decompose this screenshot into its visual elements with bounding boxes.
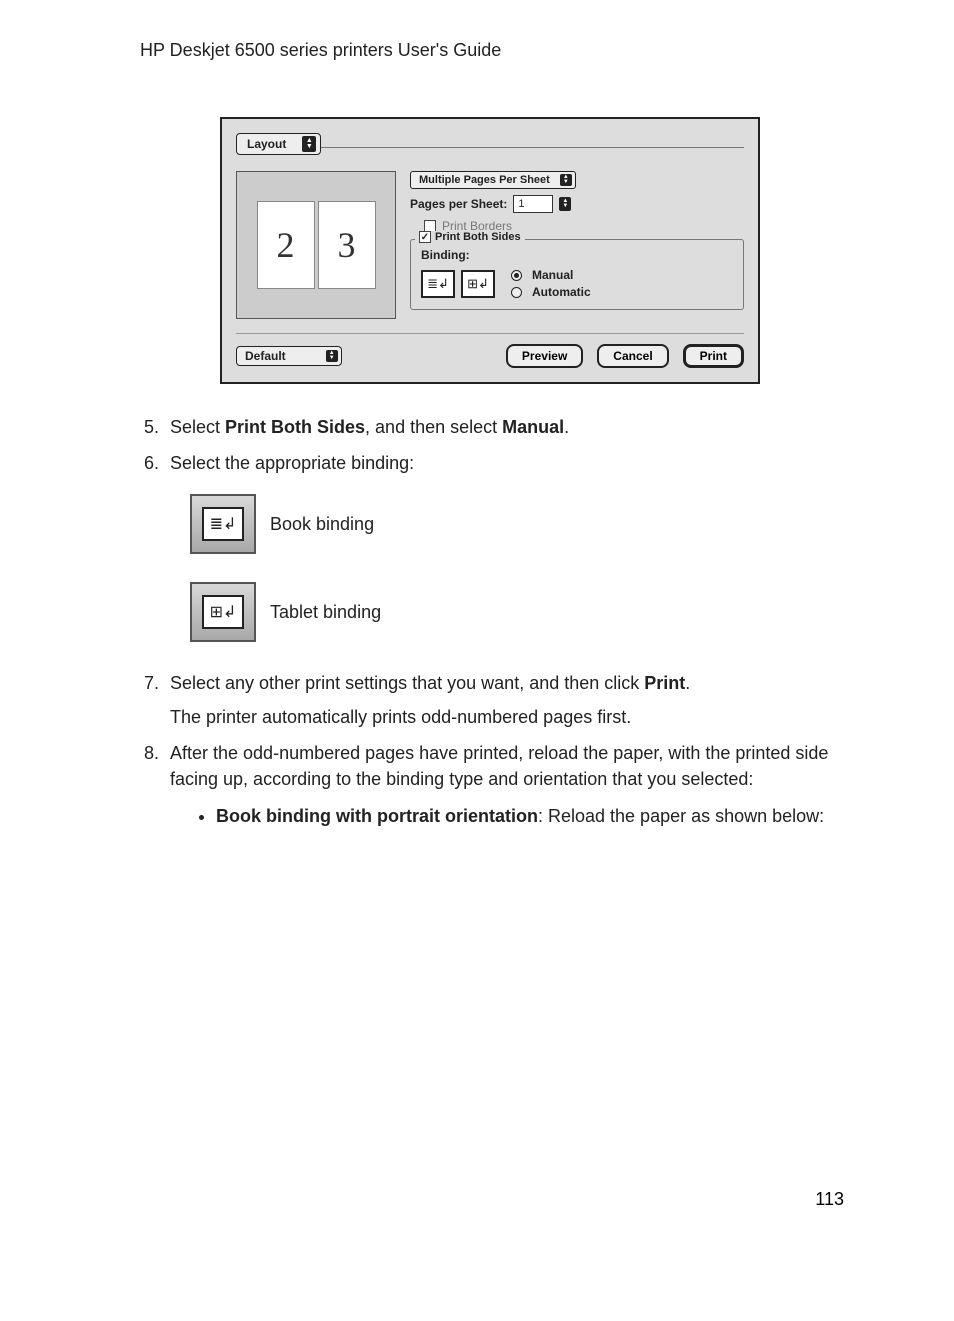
print-both-sides-label: Print Both Sides [435,231,521,243]
layout-dialog: Layout ▲▼ 2 3 Multiple Pages Per Sheet ▲ [220,117,760,384]
multiple-pages-label: Multiple Pages Per Sheet [419,174,550,186]
bullet-book-portrait: Book binding with portrait orientation: … [216,803,854,829]
page-number: 113 [0,1189,954,1210]
default-label: Default [245,349,286,363]
default-select[interactable]: Default ▲▼ [236,346,342,366]
book-binding-big-icon: ≣↲ [190,494,256,554]
tablet-binding-icon[interactable]: ⊞↲ [461,270,495,298]
step-7: Select any other print settings that you… [164,670,854,730]
automatic-radio[interactable] [511,287,522,298]
manual-radio[interactable] [511,270,522,281]
automatic-radio-label: Automatic [532,285,591,299]
layout-tab-select[interactable]: Layout ▲▼ [236,133,321,155]
step-5: Select Print Both Sides, and then select… [164,414,854,440]
stepper-icon: ▲▼ [326,350,338,362]
page-preview: 2 3 [236,171,396,319]
book-binding-icon[interactable]: ≣↲ [421,270,455,298]
preview-page-3: 3 [318,201,376,289]
page-header: HP Deskjet 6500 series printers User's G… [140,40,854,61]
stepper-icon: ▲▼ [302,136,316,152]
print-both-sides-checkbox[interactable]: ✓ [419,231,431,243]
pages-per-sheet-label: Pages per Sheet: [410,197,507,211]
step-7-sub: The printer automatically prints odd-num… [170,704,854,730]
stepper-icon: ▲▼ [560,174,572,186]
tablet-binding-label: Tablet binding [270,599,381,625]
preview-page-2: 2 [257,201,315,289]
print-button[interactable]: Print [683,344,744,368]
binding-label: Binding: [421,248,733,262]
layout-tab-label: Layout [247,137,286,151]
pages-per-sheet-input[interactable]: 1 [513,195,553,213]
steps-list: Select Print Both Sides, and then select… [140,414,854,829]
step-6: Select the appropriate binding: ≣↲ Book … [164,450,854,642]
stepper-icon[interactable]: ▲▼ [559,197,571,211]
step-8: After the odd-numbered pages have printe… [164,740,854,828]
print-both-sides-group: ✓ Print Both Sides Binding: ≣↲ ⊞↲ [410,239,744,310]
tab-row: Layout ▲▼ [236,133,744,159]
book-binding-label: Book binding [270,511,374,537]
multiple-pages-select[interactable]: Multiple Pages Per Sheet ▲▼ [410,171,576,189]
preview-button[interactable]: Preview [506,344,583,368]
tablet-binding-big-icon: ⊞↲ [190,582,256,642]
cancel-button[interactable]: Cancel [597,344,668,368]
manual-radio-label: Manual [532,268,573,282]
